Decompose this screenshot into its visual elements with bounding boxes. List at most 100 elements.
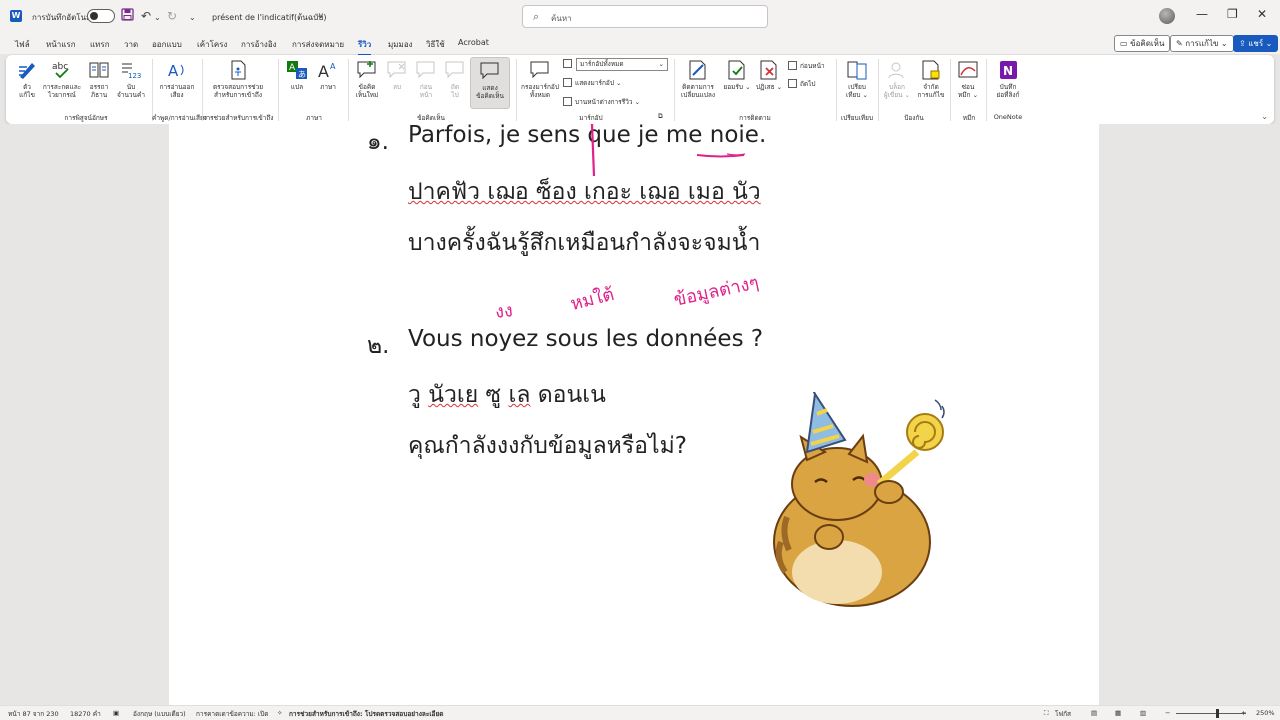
reject-icon	[760, 60, 777, 80]
zoom-slider-thumb[interactable]	[1216, 709, 1219, 718]
show-comments-button[interactable]: แสดง ข้อคิดเห็น	[470, 57, 510, 109]
reject-button[interactable]: ปฏิเสธ ⌄	[754, 59, 784, 91]
tab-references[interactable]: การอ้างอิง	[241, 38, 277, 51]
web-layout-icon[interactable]: ▥	[1140, 709, 1146, 717]
save-icon[interactable]	[121, 8, 134, 25]
hide-ink-icon	[958, 61, 978, 78]
undo-dropdown-icon[interactable]: ⌄	[154, 10, 161, 26]
text-predictions[interactable]: การคาดเดาข้อความ: เปิด	[196, 709, 269, 719]
ribbon-collapse-icon[interactable]: ⌄	[1261, 112, 1268, 121]
editing-mode-button[interactable]: ✎ การแก้ไข ⌄	[1170, 35, 1234, 52]
thesaurus-button[interactable]: อรรถา ภิธาน	[84, 59, 114, 99]
autosave-toggle[interactable]	[87, 9, 115, 23]
group-separator	[348, 59, 349, 121]
language-button[interactable]: AA ภาษา	[312, 59, 344, 91]
restrict-editing-button[interactable]: จำกัด การแก้ไข	[916, 59, 946, 99]
group-label-markup: มาร์กอัป	[579, 114, 603, 122]
word-count[interactable]: 18270 คำ	[70, 709, 101, 719]
share-button[interactable]: ⇪ แชร์ ⌄	[1233, 35, 1279, 52]
new-comment-button[interactable]: ข้อคิด เห็นใหม่	[350, 59, 384, 99]
print-layout-icon[interactable]: ▦	[1115, 709, 1121, 717]
markup-select[interactable]: มาร์กอัปทั้งหมด ⌄	[576, 58, 668, 71]
proofing-icon[interactable]: ▣	[113, 709, 119, 717]
document-title[interactable]: présent de l'indicatif(ต้นฉบับ)	[212, 11, 327, 24]
word-count-icon: 123	[122, 63, 141, 80]
status-bar: หน้า 87 จาก 230 18270 คำ ▣ อังกฤษ (แบบเด…	[0, 705, 1280, 720]
next-change-button[interactable]: ถัดไป	[788, 79, 816, 89]
next-comment-icon	[445, 61, 464, 79]
close-icon[interactable]: ✕	[1257, 7, 1267, 21]
dialog-launcher-icon[interactable]: ⧉	[658, 112, 663, 121]
language-status[interactable]: อังกฤษ (แบบเดียว)	[133, 709, 186, 719]
track-changes-button[interactable]: ติดตามการ เปลี่ยนแปลง	[676, 59, 720, 99]
share-icon: ⇪	[1239, 39, 1249, 48]
group-label-language: ภาษา	[306, 114, 322, 122]
next-comment-button[interactable]: ถัด ไป	[442, 59, 468, 99]
group-label-speech: คำพูด/การอ่านเสียง	[152, 114, 207, 122]
editor-button[interactable]: ตัว แก้ไข	[12, 59, 42, 99]
customize-toolbar-icon[interactable]: ⌄	[189, 10, 196, 26]
ink-annotations	[590, 124, 746, 177]
search-box[interactable]: ⌕ ค้นหา	[522, 5, 768, 28]
block-authors-button[interactable]: บล็อก ผู้เขียน ⌄	[880, 59, 914, 99]
accessibility-status[interactable]: การช่วยสำหรับการเข้าถึง: โปรดตรวจสอบอย่า…	[289, 709, 444, 719]
zoom-in-icon[interactable]: +	[1241, 709, 1246, 717]
svg-text:A: A	[289, 63, 296, 73]
minimize-icon[interactable]: —	[1196, 7, 1208, 21]
group-separator	[950, 59, 951, 121]
read-mode-icon[interactable]: ▤	[1091, 709, 1097, 717]
document-page[interactable]: ๑. Parfois, je sens que je me noie. ปาคฟ…	[169, 124, 1099, 705]
translate-icon: Aあ	[287, 61, 307, 79]
tab-design[interactable]: ออกแบบ	[152, 38, 182, 51]
undo-icon[interactable]: ↶	[141, 8, 151, 24]
previous-comment-button[interactable]: ก่อน หน้า	[412, 59, 440, 99]
tab-insert[interactable]: แทรก	[90, 38, 110, 51]
restore-icon[interactable]: ❐	[1227, 7, 1238, 21]
previous-change-button[interactable]: ก่อนหน้า	[788, 61, 825, 71]
handwritten-note: งง	[494, 300, 514, 323]
tab-review[interactable]: รีวิว	[358, 38, 372, 56]
tab-acrobat[interactable]: Acrobat	[458, 38, 489, 47]
tab-draw[interactable]: วาด	[124, 38, 138, 51]
check-accessibility-button[interactable]: ตรวจสอบการช่วย สำหรับการเข้าถึง	[206, 59, 270, 99]
group-separator	[878, 59, 879, 121]
tab-view[interactable]: มุมมอง	[388, 38, 413, 51]
svg-text:123: 123	[128, 72, 141, 80]
tab-file[interactable]: ไฟล์	[15, 38, 30, 51]
tab-mailings[interactable]: การส่งจดหมาย	[292, 38, 344, 51]
tab-home[interactable]: หน้าแรก	[46, 38, 76, 51]
account-avatar[interactable]	[1159, 8, 1175, 24]
focus-button[interactable]: โฟกัส	[1055, 709, 1071, 719]
translate-button[interactable]: Aあ แปล	[282, 59, 312, 91]
show-markup-icon	[563, 78, 572, 87]
svg-text:A: A	[168, 62, 179, 80]
language-icon: AA	[318, 62, 336, 81]
group-label-compare: เปรียบเทียบ	[840, 114, 874, 122]
hide-ink-button[interactable]: ซ่อน หมึก ⌄	[952, 59, 984, 99]
markup-area-button[interactable]: กรองมาร์กอัป ทั้งหมด	[518, 59, 562, 99]
delete-comment-button[interactable]: ลบ	[384, 59, 410, 91]
zoom-level[interactable]: 250%	[1256, 709, 1275, 717]
compare-button[interactable]: เปรียบ เทียบ ⌄	[838, 59, 876, 99]
read-aloud-button[interactable]: A การอ่านออก เสียง	[156, 59, 198, 99]
linked-notes-button[interactable]: N บันทึก ย่อที่ลิงก์	[988, 59, 1028, 99]
zoom-out-icon[interactable]: −	[1165, 709, 1170, 717]
reviewing-pane-button[interactable]: บานหน้าต่างการรีวิว ⌄	[563, 97, 640, 107]
redo-icon[interactable]: ↻	[167, 8, 177, 24]
compare-icon	[847, 61, 867, 80]
party-cat-sticker	[773, 392, 945, 607]
accessibility-icon: ✧	[277, 709, 283, 717]
show-markup-button[interactable]: แสดงมาร์กอัป ⌄	[563, 78, 621, 88]
spelling-grammar-button[interactable]: abc การสะกดและ ไวยากรณ์	[42, 59, 82, 99]
tab-layout[interactable]: เค้าโครง	[197, 38, 227, 51]
title-dropdown-icon[interactable]: ∨	[318, 11, 324, 20]
svg-text:A: A	[318, 62, 329, 81]
accessibility-icon	[231, 60, 246, 80]
page-counter[interactable]: หน้า 87 จาก 230	[8, 709, 59, 719]
focus-icon: ⛶	[1044, 709, 1049, 717]
zoom-slider[interactable]	[1176, 713, 1246, 714]
comments-button[interactable]: ▭ ข้อคิดเห็น	[1114, 35, 1171, 52]
tab-help[interactable]: วิธีใช้	[426, 38, 445, 51]
accept-button[interactable]: ยอมรับ ⌄	[722, 59, 752, 91]
word-count-button[interactable]: 123 นับ จำนวนคำ	[116, 59, 146, 99]
